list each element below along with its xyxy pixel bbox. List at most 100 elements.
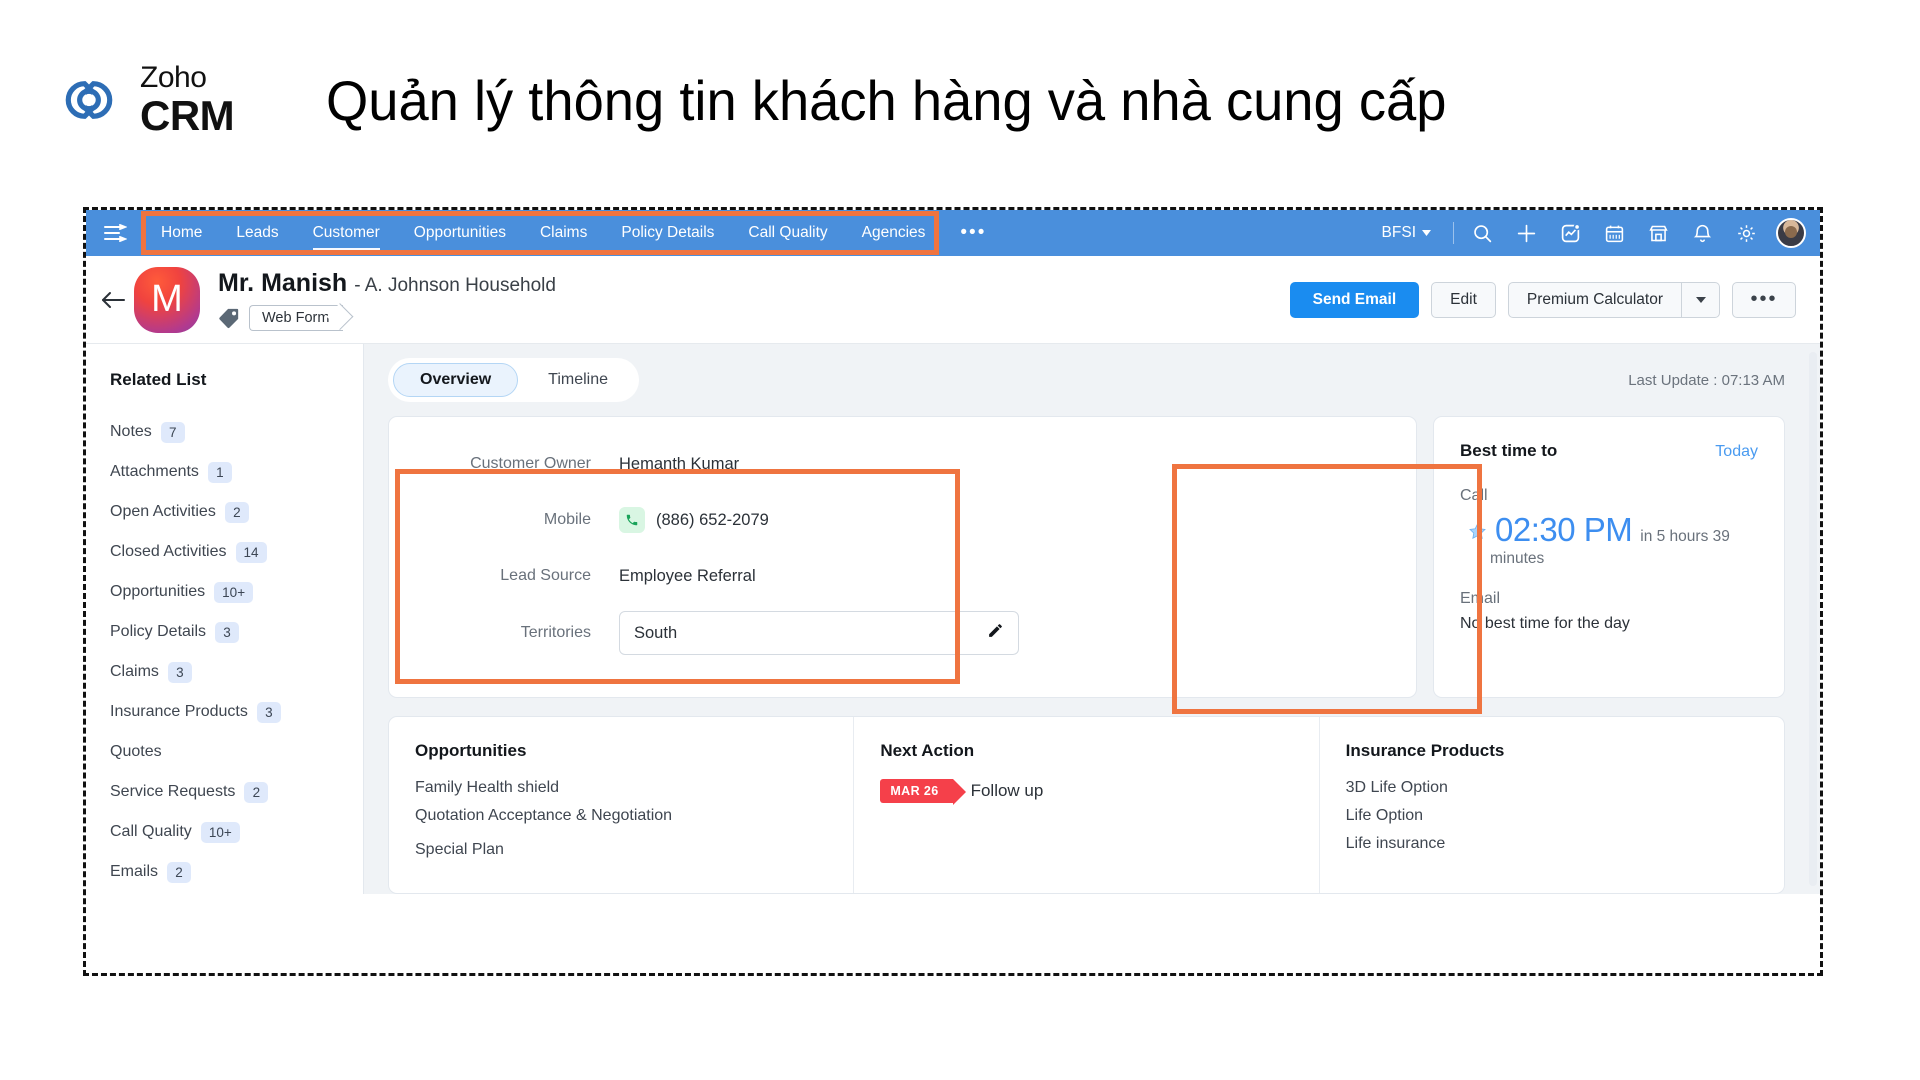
sidebar-item-count: 3 [215, 621, 240, 643]
field-value: Hemanth Kumar [619, 454, 740, 473]
panel-line[interactable]: 3D Life Option [1346, 779, 1758, 797]
panel-line[interactable]: Family Health shield [415, 779, 827, 797]
edit-button[interactable]: Edit [1431, 281, 1496, 318]
org-label: BFSI [1381, 224, 1416, 241]
sidebar-item-closed-activities[interactable]: Closed Activities 14 [110, 532, 363, 572]
sidebar-item-count: 2 [244, 781, 269, 803]
nav-item-leads[interactable]: Leads [219, 210, 295, 256]
sidebar-item-label: Attachments [110, 463, 199, 480]
nav-item-customer[interactable]: Customer [296, 210, 397, 256]
chevron-down-icon [1695, 296, 1706, 303]
panel-insurance-products: Insurance Products 3D Life Option Life O… [1320, 717, 1784, 893]
nav-menu: Home Leads Customer Opportunities Claims… [144, 210, 1004, 256]
related-list-sidebar: Related List Notes 7 Attachments 1 Open Ac… [86, 344, 364, 894]
nav-label: Home [161, 224, 203, 241]
territories-input[interactable]: South [619, 611, 1019, 655]
main-content: Overview Timeline Last Update : 07:13 AM… [364, 344, 1809, 894]
nav-item-home[interactable]: Home [144, 210, 219, 256]
bell-icon[interactable] [1680, 210, 1724, 256]
sidebar-item-count: 10+ [200, 821, 240, 843]
best-time-delta-continued: minutes [1490, 550, 1545, 567]
best-time-email-value: No best time for the day [1460, 615, 1630, 632]
calendar-icon[interactable] [1592, 210, 1636, 256]
best-time-delta: in 5 hours 39 [1640, 528, 1730, 545]
search-icon[interactable] [1460, 210, 1504, 256]
panel-line[interactable]: Life insurance [1346, 835, 1758, 853]
phone-icon[interactable] [619, 507, 645, 533]
sidebar-item-open-activities[interactable]: Open Activities 2 [110, 492, 363, 532]
nav-item-call-quality[interactable]: Call Quality [731, 210, 844, 256]
tab-timeline[interactable]: Timeline [522, 363, 634, 397]
sidebar-item-label: Claims [110, 663, 159, 680]
panel-line[interactable]: Life Option [1346, 807, 1758, 825]
record-name: Mr. Manish [218, 268, 348, 297]
tag-icon [219, 308, 239, 328]
premium-calculator-caret[interactable] [1682, 281, 1720, 318]
field-value-wrap: (886) 652-2079 [619, 507, 769, 533]
field-value: South [634, 623, 678, 642]
send-email-button[interactable]: Send Email [1289, 281, 1420, 318]
panel-line: Quotation Acceptance & Negotiation [415, 807, 673, 824]
field-label: Territories [520, 624, 591, 641]
sidebar-item-label: Notes [110, 423, 152, 440]
plus-icon[interactable] [1504, 210, 1548, 256]
record-avatar: M [134, 266, 200, 333]
sidebar-item-count: 7 [160, 421, 185, 443]
tab-overview[interactable]: Overview [393, 363, 519, 397]
sidebar-item-quotes[interactable]: Quotes [110, 732, 363, 772]
sidebar-item-claims[interactable]: Claims 3 [110, 652, 363, 692]
sidebar-item-count: 10+ [214, 581, 254, 603]
sidebar-item-notes[interactable]: Notes 7 [110, 412, 363, 452]
logo-crm-text: CRM [140, 92, 235, 139]
sidebar-item-insurance-products[interactable]: Insurance Products 3 [110, 692, 363, 732]
gear-icon[interactable] [1724, 210, 1768, 256]
user-avatar[interactable] [1776, 218, 1806, 248]
page-title: Quản lý thông tin khách hàng và nhà cung… [326, 68, 1447, 132]
tag-chip-web-form[interactable]: Web Form [249, 304, 344, 331]
nav-right-tools: BFSI [1366, 210, 1820, 256]
sidebar-item-label: Policy Details [110, 623, 207, 640]
sidebar-item-call-quality[interactable]: Call Quality 10+ [110, 812, 363, 852]
sidebar-item-emails[interactable]: Emails 2 [110, 852, 363, 892]
sidebar-item-attachments[interactable]: Attachments 1 [110, 452, 363, 492]
record-more-button[interactable]: ••• [1732, 281, 1796, 318]
sidebar-item-policy-details[interactable]: Policy Details 3 [110, 612, 363, 652]
nav-item-opportunities[interactable]: Opportunities [397, 210, 523, 256]
record-actions: Send Email Edit Premium Calculator ••• [1289, 281, 1796, 318]
detail-fields-card: Customer Owner Hemanth Kumar Mobile (886… [388, 416, 1417, 698]
best-time-header: Best time to Today [1460, 441, 1758, 461]
field-mobile: Mobile (886) 652-2079 [419, 499, 1386, 541]
record-header: M Mr. Manish - A. Johnson Household Web … [86, 256, 1820, 344]
nav-label: Leads [236, 224, 279, 241]
nav-label: Policy Details [621, 224, 715, 241]
analytics-icon[interactable] [1548, 210, 1592, 256]
nav-label: Call Quality [748, 224, 828, 241]
next-action-row[interactable]: MAR 26 Follow up [880, 779, 1292, 805]
back-arrow-icon[interactable] [96, 283, 130, 317]
org-selector[interactable]: BFSI [1366, 224, 1447, 242]
hamburger-menu-icon[interactable] [86, 210, 144, 256]
sidebar-item-label: Closed Activities [110, 543, 227, 560]
sidebar-item-label: Opportunities [110, 583, 206, 600]
view-tabs: Overview Timeline [388, 358, 640, 402]
field-lead-source: Lead Source Employee Referral [419, 555, 1386, 597]
panel-title: Next Action [880, 741, 975, 760]
sidebar-item-label: Quotes [110, 743, 162, 760]
best-time-call-label: Call [1460, 487, 1488, 504]
panel-next-action: Next Action MAR 26 Follow up [854, 717, 1320, 893]
marketplace-icon[interactable] [1636, 210, 1680, 256]
nav-more-button[interactable]: ••• [942, 210, 1004, 256]
nav-item-policy-details[interactable]: Policy Details [604, 210, 731, 256]
sidebar-item-service-requests[interactable]: Service Requests 2 [110, 772, 363, 812]
nav-item-claims[interactable]: Claims [523, 210, 604, 256]
edit-pencil-icon[interactable] [987, 622, 1004, 644]
vertical-scrollbar[interactable] [1809, 352, 1817, 886]
best-time-call-row: 02:30 PM in 5 hours 39 [1460, 511, 1758, 549]
best-time-today-link[interactable]: Today [1715, 443, 1758, 461]
last-update-text: Last Update : 07:13 AM [1628, 371, 1785, 389]
sidebar-item-opportunities[interactable]: Opportunities 10+ [110, 572, 363, 612]
premium-calculator-button[interactable]: Premium Calculator [1507, 281, 1682, 318]
premium-calculator-split-button: Premium Calculator [1507, 281, 1720, 318]
panel-line[interactable]: Special Plan [415, 841, 827, 859]
nav-item-agencies[interactable]: Agencies [845, 210, 943, 256]
